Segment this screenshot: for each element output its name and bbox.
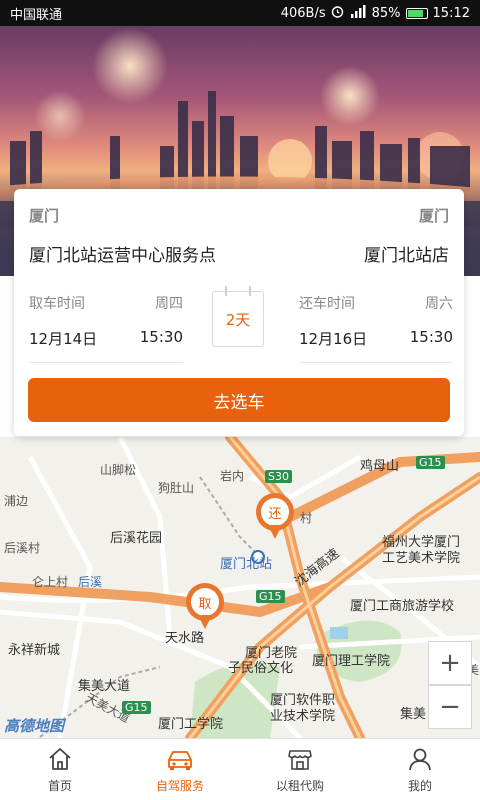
minus-icon: − xyxy=(439,692,461,722)
clock: 15:12 xyxy=(432,5,470,21)
road-g15: G15 xyxy=(256,590,285,603)
return-pin-label: 还 xyxy=(261,498,289,526)
tab-home[interactable]: 首页 xyxy=(0,739,120,800)
signal-icon xyxy=(349,4,367,22)
tab-lease-to-own[interactable]: 以租代购 xyxy=(240,739,360,800)
map-label: 岩内 xyxy=(220,469,245,483)
battery-percent: 85% xyxy=(371,5,401,21)
pickup-location-pin[interactable]: 取 xyxy=(186,583,224,631)
road-s30: S30 xyxy=(265,470,292,483)
status-icons: 406B/s 85% 15:12 xyxy=(280,4,470,22)
map-label: 厦门北站 xyxy=(220,557,273,572)
map-label: 永祥新城 xyxy=(8,643,61,658)
map-label: 业技术学院 xyxy=(270,709,336,724)
map-label: 鸡母山 xyxy=(360,459,400,474)
map-label: 狗肚山 xyxy=(158,481,195,495)
user-icon xyxy=(409,748,431,771)
return-store[interactable]: 厦门北站店 xyxy=(364,241,449,266)
booking-card: 厦门 厦门 厦门北站运营中心服务点 厦门北站店 取车时间 周四 12月14日 1… xyxy=(14,189,464,436)
road-g15: G15 xyxy=(122,701,151,714)
network-speed: 406B/s xyxy=(280,5,326,21)
map-label: 厦门工商旅游学校 xyxy=(350,599,455,614)
pickup-time: 15:30 xyxy=(139,328,183,346)
carrier-name: 中国联通 xyxy=(10,7,63,23)
zoom-out-button[interactable]: − xyxy=(428,685,472,729)
map-label: 后溪花园 xyxy=(110,531,163,546)
return-weekday: 周六 xyxy=(425,296,453,312)
pickup-date: 12月14日 xyxy=(29,330,98,348)
tab-label: 以租代购 xyxy=(275,779,324,793)
alarm-icon xyxy=(331,5,344,22)
map-label: 集美 xyxy=(400,707,427,722)
map-label: 厦门理工学院 xyxy=(312,654,391,669)
amap-logo: 高德地图 xyxy=(4,717,65,735)
shop-icon xyxy=(288,750,312,770)
car-icon xyxy=(168,751,192,770)
battery-icon xyxy=(405,7,428,19)
map-label: 后溪村 xyxy=(4,541,41,555)
return-date: 12月16日 xyxy=(299,330,368,348)
pickup-city[interactable]: 厦门 xyxy=(29,205,59,226)
map-label: 工艺美术学院 xyxy=(382,551,461,566)
map-view[interactable]: 山脚松 岩内 S30 鸡母山 G15 狗肚山 浦边 后溪花园 后溪村 厦门北站 … xyxy=(0,437,480,738)
return-time: 15:30 xyxy=(409,328,453,346)
map-label: 集美大道 xyxy=(78,679,131,694)
map-label: 厦门工学院 xyxy=(158,717,224,732)
map-label: 子民俗文化 xyxy=(228,661,294,676)
bottom-tab-bar: 首页 自驾服务 以租代购 我的 xyxy=(0,738,480,800)
tab-label: 我的 xyxy=(407,779,432,793)
return-location-pin[interactable]: 还 xyxy=(256,493,294,541)
divider xyxy=(29,362,183,363)
zoom-in-button[interactable]: + xyxy=(428,641,472,685)
pickup-time-label: 取车时间 xyxy=(29,296,85,312)
return-city[interactable]: 厦门 xyxy=(419,205,449,226)
status-bar: 中国联通 406B/s 85% 15:12 xyxy=(0,0,480,26)
tab-label: 首页 xyxy=(47,779,72,793)
tab-label: 自驾服务 xyxy=(155,779,204,793)
tab-mine[interactable]: 我的 xyxy=(360,739,480,800)
map-label: 仑上村 xyxy=(32,575,69,589)
map-label: 山脚松 xyxy=(100,463,137,477)
rental-duration: 2天 xyxy=(212,286,264,347)
return-time-block[interactable]: 还车时间 周六 12月16日 15:30 xyxy=(299,293,453,363)
road-g15: G15 xyxy=(416,456,445,469)
map-label: 村 xyxy=(300,511,313,525)
divider xyxy=(299,362,453,363)
map-label: 浦边 xyxy=(4,494,29,508)
store-row: 厦门北站运营中心服务点 厦门北站店 xyxy=(29,241,449,266)
pickup-time-block[interactable]: 取车时间 周四 12月14日 15:30 xyxy=(29,293,183,363)
city-row: 厦门 厦门 xyxy=(29,205,449,226)
pickup-store[interactable]: 厦门北站运营中心服务点 xyxy=(29,241,216,266)
tab-self-drive[interactable]: 自驾服务 xyxy=(120,739,240,800)
choose-car-button[interactable]: 去选车 xyxy=(28,378,450,422)
map-label: 后溪 xyxy=(78,575,103,589)
duration-days: 2天 xyxy=(225,310,251,329)
return-time-label: 还车时间 xyxy=(299,296,355,312)
pickup-weekday: 周四 xyxy=(155,296,183,312)
plus-icon: + xyxy=(439,648,461,678)
home-icon xyxy=(49,748,71,770)
pickup-pin-label: 取 xyxy=(191,588,219,616)
